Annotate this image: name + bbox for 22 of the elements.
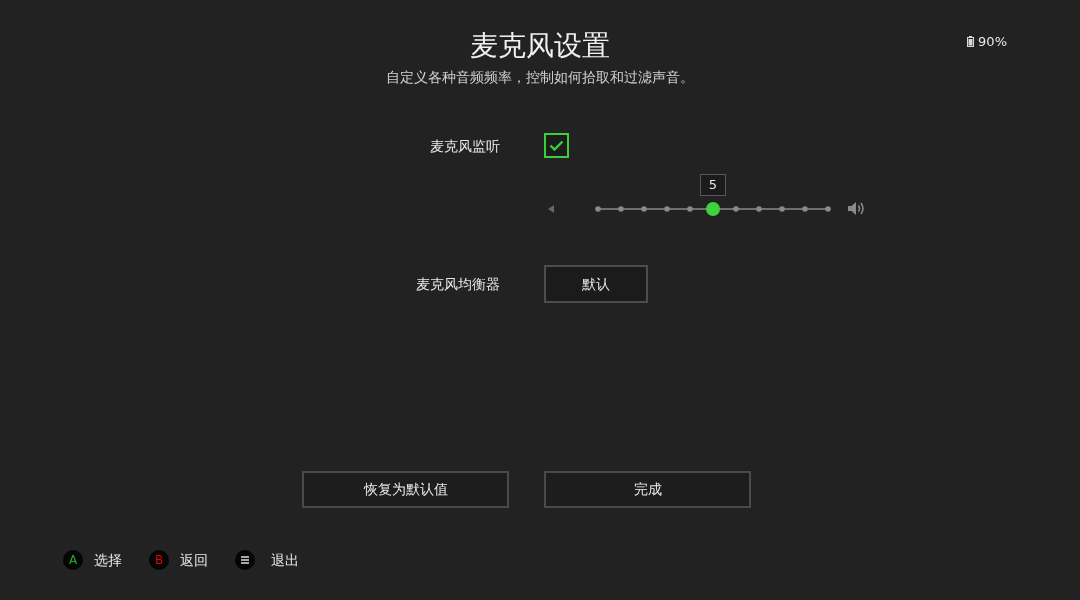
action-button[interactable]: 恢复为默认值 (302, 471, 509, 508)
checkbox[interactable] (544, 133, 569, 158)
check-icon (549, 140, 564, 151)
gamepad-key: B (149, 550, 169, 570)
battery-icon (967, 36, 975, 48)
page-title: 麦克风设置 (470, 28, 610, 64)
gamepad-key: A (63, 550, 83, 570)
hint-label: 选择 (94, 551, 122, 570)
menu-icon (235, 550, 255, 570)
page-subtitle: 自定义各种音频频率，控制如何拾取和过滤声音。 (386, 68, 694, 87)
battery-reading: 90% (978, 33, 1007, 51)
triangle-icon (548, 205, 554, 213)
setting-label: 麦克风均衡器 (416, 275, 500, 294)
action-button[interactable]: 完成 (544, 471, 751, 508)
slider-thumb[interactable] (706, 202, 720, 216)
setting-label: 麦克风监听 (430, 136, 500, 156)
equalizer-button[interactable]: 默认 (544, 265, 648, 303)
value-label: 5 (700, 174, 726, 196)
slider-track[interactable] (595, 201, 831, 217)
hint-label: 退出 (271, 551, 299, 570)
hint-label: 返回 (180, 551, 208, 570)
speaker-icon (848, 201, 865, 216)
